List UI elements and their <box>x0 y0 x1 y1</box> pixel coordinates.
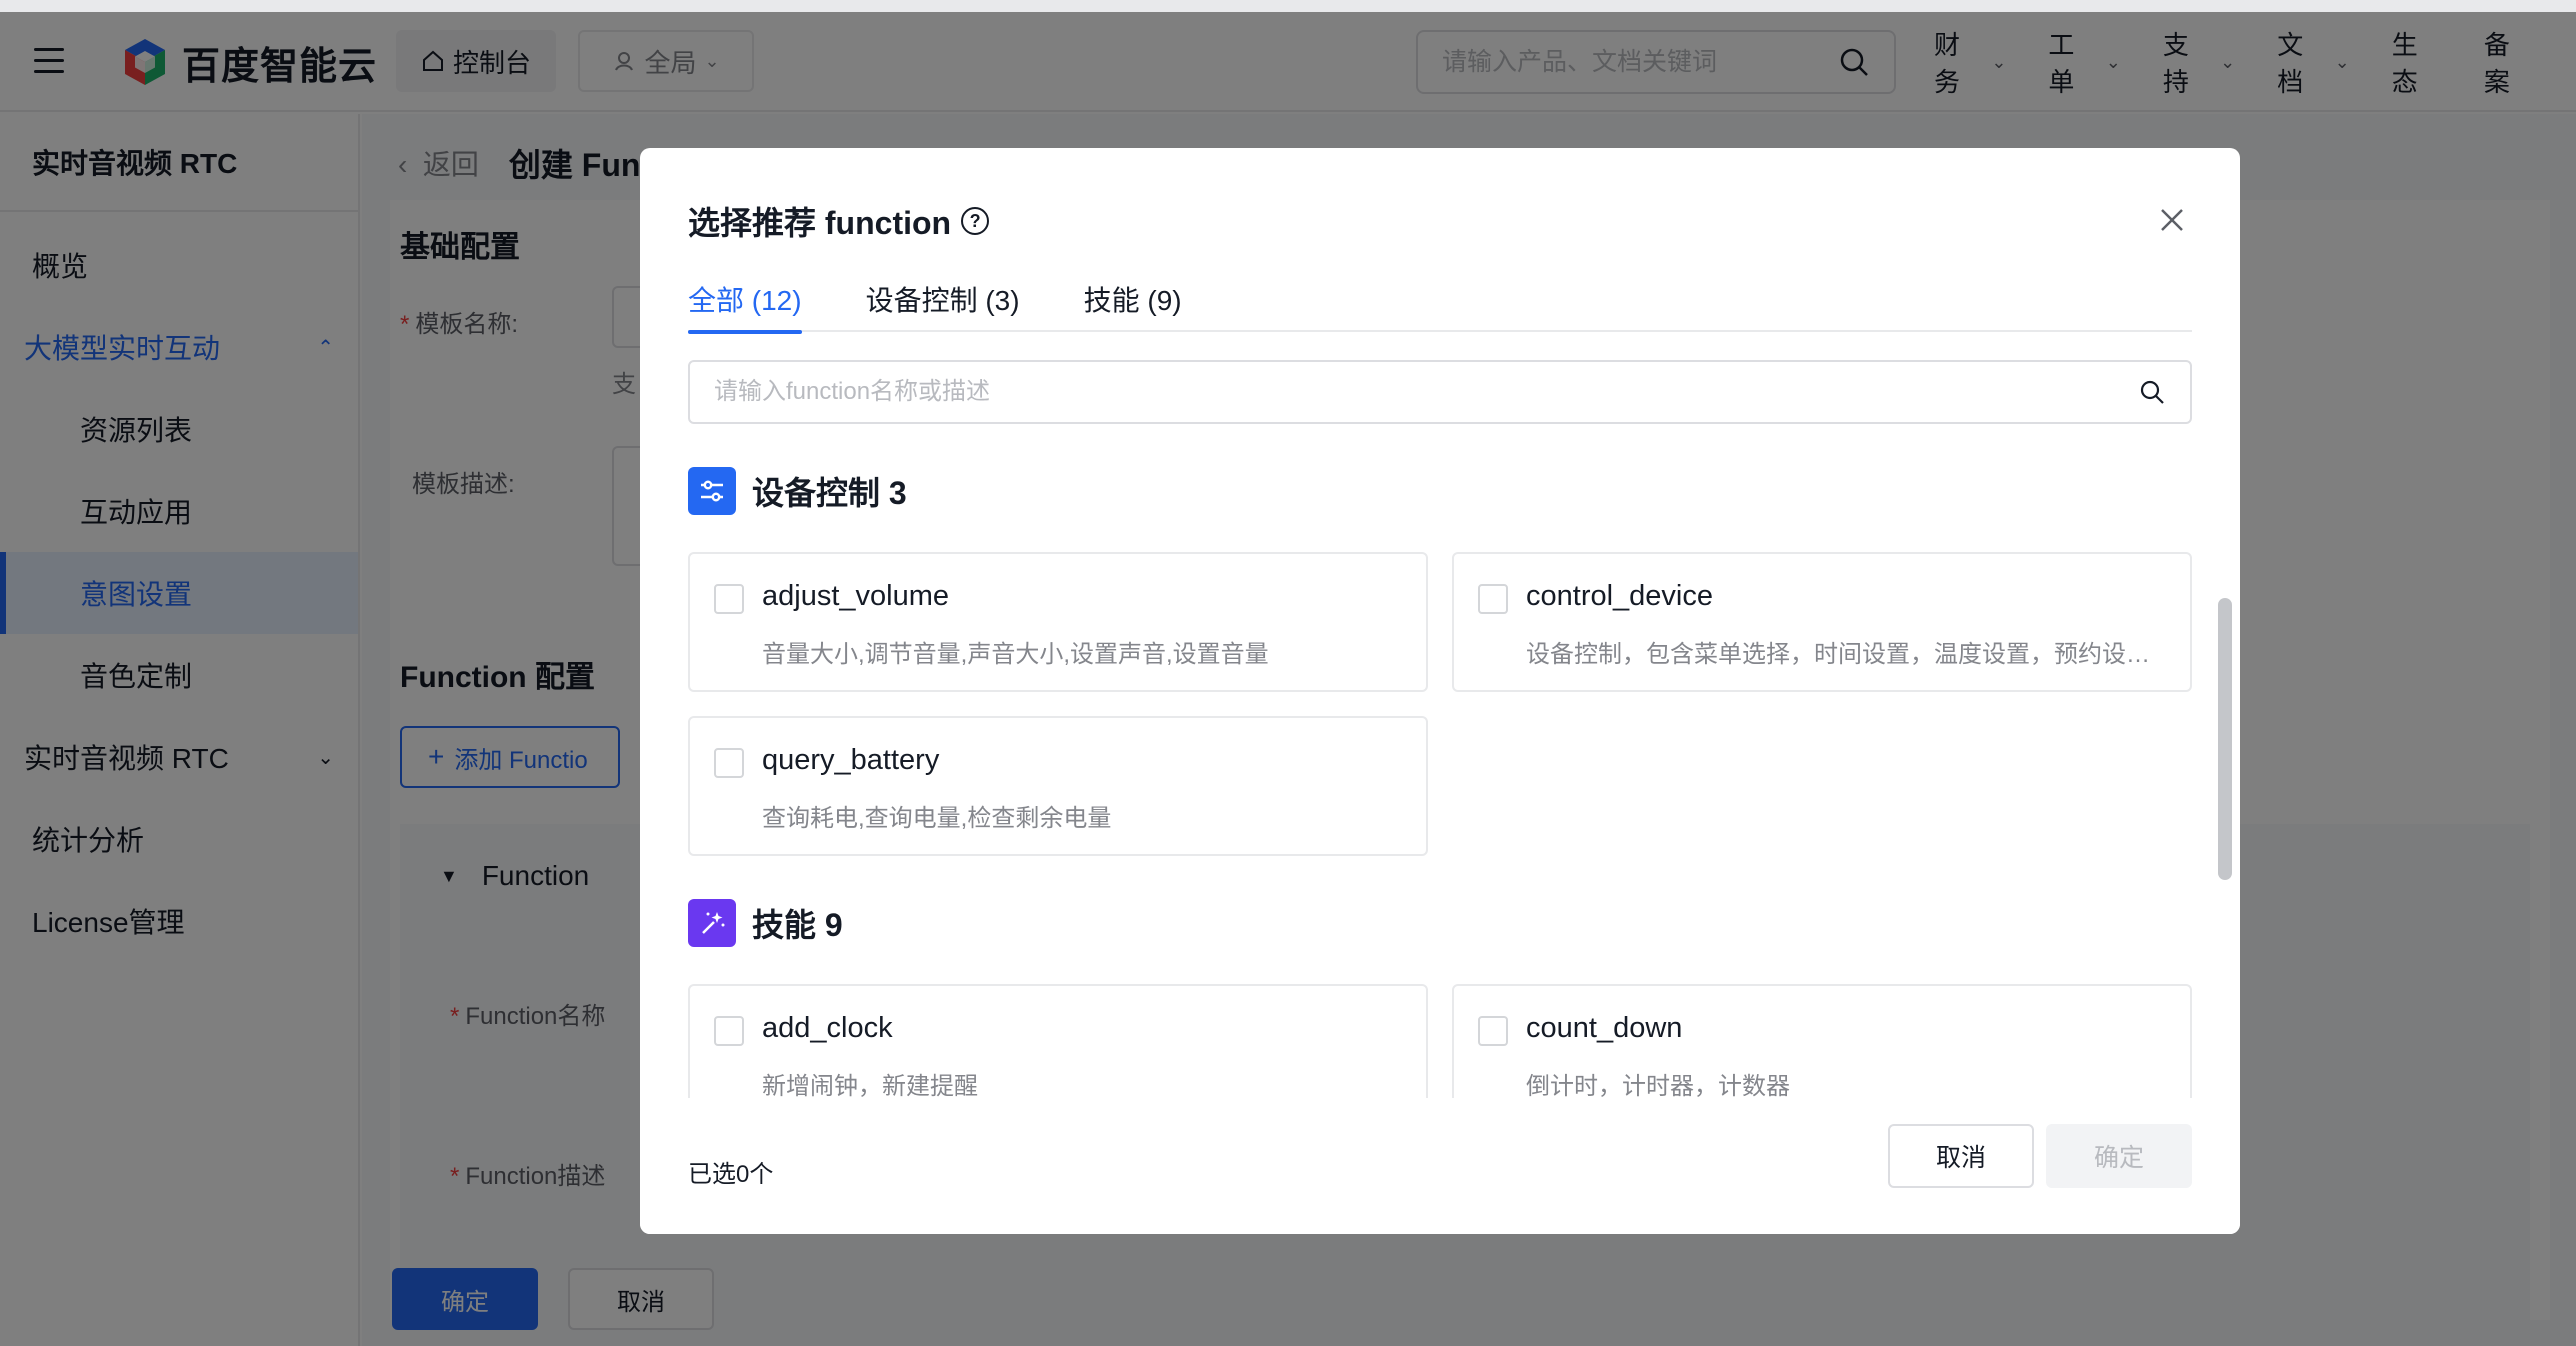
function-search[interactable] <box>688 360 2192 424</box>
tab-device-control[interactable]: 设备控制 (3) <box>866 266 1020 332</box>
group-skills-header: 技能 9 <box>688 898 843 948</box>
function-desc: 查询耗电,查询电量,检查剩余电量 <box>762 805 1112 832</box>
modal-tabs: 全部 (12) 设备控制 (3) 技能 (9) <box>688 266 2192 334</box>
function-search-input[interactable] <box>714 378 2138 406</box>
function-name: adjust_volume <box>762 580 949 612</box>
help-icon[interactable]: ? <box>961 207 990 235</box>
function-checkbox[interactable] <box>714 584 744 614</box>
magic-wand-icon <box>688 899 736 947</box>
modal-title-text: 选择推荐 function <box>688 205 952 241</box>
close-icon[interactable] <box>2156 204 2188 236</box>
tab-skills[interactable]: 技能 (9) <box>1084 266 1182 332</box>
function-checkbox[interactable] <box>714 1016 744 1046</box>
group-title: 设备控制 3 <box>752 475 907 511</box>
window-top-strip <box>0 0 2576 12</box>
function-list: 设备控制 3 adjust_volume 音量大小,调节音量,声音大小,设置声音… <box>640 446 2240 1098</box>
select-function-modal: 选择推荐 function ? 全部 (12) 设备控制 (3) 技能 (9) … <box>640 148 2240 1234</box>
tab-label: 设备控制 (3) <box>865 285 1020 316</box>
function-list-scrollbar[interactable] <box>2218 448 2232 1094</box>
function-checkbox[interactable] <box>1478 584 1508 614</box>
tab-label: 全部 (12) <box>688 285 802 316</box>
function-card-control-device[interactable]: control_device 设备控制，包含菜单选择，时间设置，温度设置，预约设… <box>1452 552 2192 692</box>
scrollbar-thumb[interactable] <box>2218 598 2232 880</box>
function-card-adjust-volume[interactable]: adjust_volume 音量大小,调节音量,声音大小,设置声音,设置音量 <box>688 552 1428 692</box>
tab-all[interactable]: 全部 (12) <box>688 266 802 334</box>
sliders-icon <box>688 467 736 515</box>
function-name: add_clock <box>762 1012 893 1044</box>
tab-label: 技能 (9) <box>1083 285 1182 316</box>
modal-title: 选择推荐 function ? <box>688 198 990 244</box>
function-checkbox[interactable] <box>1478 1016 1508 1046</box>
function-card-count-down[interactable]: count_down 倒计时，计时器，计数器 <box>1452 984 2192 1098</box>
function-desc: 倒计时，计时器，计数器 <box>1526 1073 1790 1098</box>
function-desc: 设备控制，包含菜单选择，时间设置，温度设置，预约设置，模式设置 <box>1526 641 2166 668</box>
modal-ok-button[interactable]: 确定 <box>2046 1124 2192 1188</box>
function-name: query_battery <box>762 744 940 776</box>
function-card-add-clock[interactable]: add_clock 新增闹钟，新建提醒 <box>688 984 1428 1098</box>
function-name: count_down <box>1526 1012 1683 1044</box>
modal-cancel-button[interactable]: 取消 <box>1888 1124 2034 1188</box>
function-desc: 新增闹钟，新建提醒 <box>762 1073 978 1098</box>
function-card-query-battery[interactable]: query_battery 查询耗电,查询电量,检查剩余电量 <box>688 716 1428 856</box>
function-desc: 音量大小,调节音量,声音大小,设置声音,设置音量 <box>762 641 1269 668</box>
function-checkbox[interactable] <box>714 748 744 778</box>
group-device-control-header: 设备控制 3 <box>688 466 907 516</box>
function-name: control_device <box>1526 580 1713 612</box>
selected-count: 已选0个 <box>688 1161 774 1188</box>
group-title: 技能 9 <box>752 907 843 943</box>
search-icon[interactable] <box>2138 378 2166 406</box>
